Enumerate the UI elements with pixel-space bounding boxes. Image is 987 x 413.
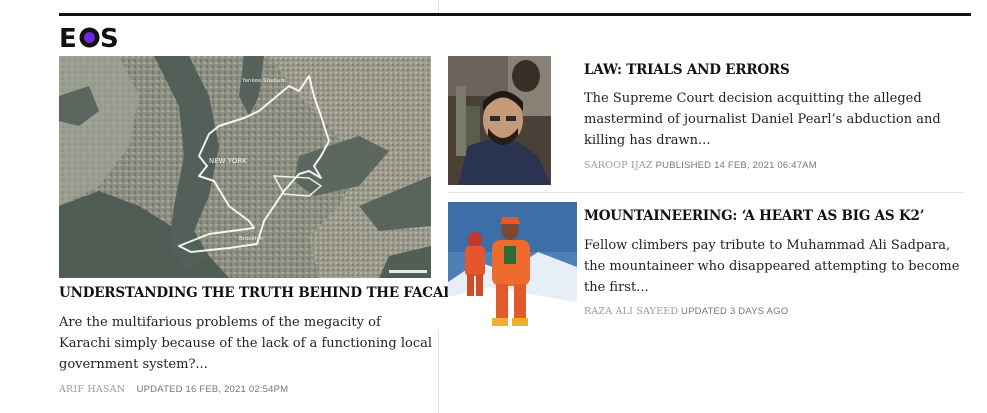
lead-story-excerpt: Are the multifarious problems of the meg… [59,315,433,372]
svg-text:E: E [59,24,77,50]
story-law-image[interactable] [448,56,551,185]
story-mountaineering-author[interactable]: RAZA ALI SAYEED [584,306,678,317]
column-divider-bottom [438,330,439,413]
story-law-timestamp: PUBLISHED 14 FEB, 2021 06:47AM [655,160,817,171]
story-law-meta: SAROOP IJAZ PUBLISHED 14 FEB, 2021 06:47… [584,160,817,171]
lead-story-meta: ARIF HASAN UPDATED 16 FEB, 2021 02:54PM [59,384,288,395]
story-mountaineering-title[interactable]: MOUNTAINEERING: ‘A HEART AS BIG AS K2’ [584,208,924,224]
story-law-author[interactable]: SAROOP IJAZ [584,160,653,171]
story-mountaineering-excerpt: Fellow climbers pay tribute to Muhammad … [584,238,960,295]
section-rule [59,13,971,16]
lead-story-title[interactable]: UNDERSTANDING THE TRUTH BEHIND THE FACAD… [59,285,465,301]
lead-story-author[interactable]: ARIF HASAN [59,384,125,395]
eos-logo[interactable]: E S [59,24,120,50]
story-mountaineering-timestamp: UPDATED 3 DAYS AGO [681,306,789,317]
svg-text:Yankee Stadium: Yankee Stadium [241,78,286,84]
svg-text:S: S [100,24,119,50]
lead-story-image[interactable]: NEW YORK Yankee Stadium Brooklyn [59,56,431,278]
story-mountaineering-meta: RAZA ALI SAYEED UPDATED 3 DAYS AGO [584,306,788,317]
story-separator [448,192,964,193]
story-mountaineering-image[interactable] [448,202,577,330]
svg-text:Brooklyn: Brooklyn [239,236,264,242]
story-law-title[interactable]: LAW: TRIALS AND ERRORS [584,62,790,78]
svg-text:NEW YORK: NEW YORK [209,157,247,165]
lead-story-timestamp: UPDATED 16 FEB, 2021 02:54PM [136,384,289,395]
story-law-excerpt: The Supreme Court decision acquitting th… [584,91,941,148]
column-divider-top [438,0,439,13]
